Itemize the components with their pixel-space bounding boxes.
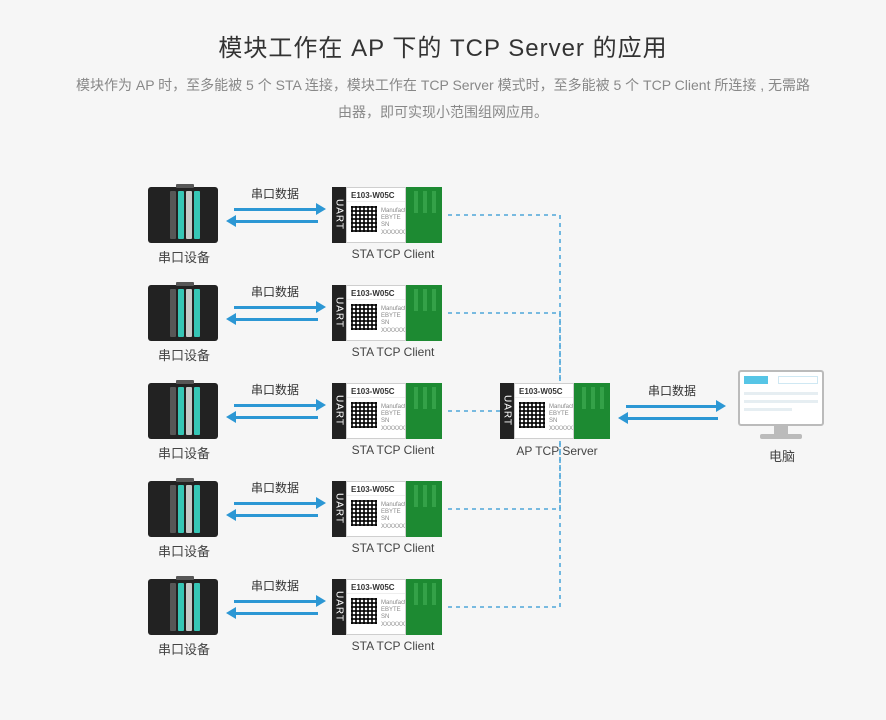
- arrow-label: 串口数据: [235, 185, 315, 202]
- module-model: E103-W05C: [347, 482, 405, 496]
- serial-device: [148, 383, 218, 439]
- module-meta: Manufacturer EBYTESN XXXXXXXXXX: [381, 502, 406, 531]
- bi-arrow: [226, 205, 326, 229]
- serial-device-label: 串口设备: [144, 345, 224, 364]
- sta-client-label: STA TCP Client: [328, 443, 458, 457]
- antenna-icon: [406, 383, 442, 439]
- serial-device-label: 串口设备: [144, 639, 224, 658]
- uart-label: UART: [332, 285, 346, 341]
- bi-arrow: [226, 499, 326, 523]
- uart-label: UART: [500, 383, 514, 439]
- uart-label: UART: [332, 383, 346, 439]
- arrow-label: 串口数据: [235, 577, 315, 594]
- module-model: E103-W05C: [347, 580, 405, 594]
- serial-device-label: 串口设备: [144, 443, 224, 462]
- sta-module: UARTE103-W05C Manufacturer EBYTESN XXXXXX…: [332, 579, 442, 635]
- sta-client-label: STA TCP Client: [328, 345, 458, 359]
- module-model: E103-W05C: [347, 188, 405, 202]
- serial-device-label: 串口设备: [144, 541, 224, 560]
- qr-icon: [351, 500, 377, 526]
- serial-device: [148, 579, 218, 635]
- sta-client-label: STA TCP Client: [328, 639, 458, 653]
- sta-module: UARTE103-W05C Manufacturer EBYTESN XXXXXX…: [332, 481, 442, 537]
- antenna-icon: [406, 481, 442, 537]
- qr-icon: [351, 206, 377, 232]
- pc-label: 电脑: [742, 446, 822, 465]
- sta-client-label: STA TCP Client: [328, 247, 458, 261]
- page-subtitle: 模块作为 AP 时，至多能被 5 个 STA 连接，模块工作在 TCP Serv…: [70, 72, 816, 125]
- qr-icon: [351, 598, 377, 624]
- antenna-icon: [406, 579, 442, 635]
- serial-device: [148, 285, 218, 341]
- module-meta: Manufacturer EBYTESN XXXXXXXXXX: [381, 208, 406, 237]
- sta-module: UARTE103-W05C Manufacturer EBYTESN XXXXXX…: [332, 383, 442, 439]
- module-model: E103-W05C: [515, 384, 573, 398]
- arrow-label: 串口数据: [235, 381, 315, 398]
- qr-icon: [519, 402, 545, 428]
- antenna-icon: [406, 285, 442, 341]
- arrow-label-ap-pc: 串口数据: [632, 382, 712, 399]
- bi-arrow: [226, 597, 326, 621]
- ap-module: UART E103-W05C Manufacturer EBYTESN XXXX…: [500, 383, 610, 439]
- module-model: E103-W05C: [347, 286, 405, 300]
- module-meta: Manufacturer EBYTESN XXXXXXXXXX: [381, 404, 406, 433]
- module-meta: Manufacturer EBYTESN XXXXXXXXXX: [381, 600, 406, 629]
- sta-module: UARTE103-W05C Manufacturer EBYTESN XXXXXX…: [332, 285, 442, 341]
- antenna-icon: [406, 187, 442, 243]
- module-meta: Manufacturer EBYTESN XXXXXXXXXX: [381, 306, 406, 335]
- serial-device: [148, 187, 218, 243]
- module-model: E103-W05C: [347, 384, 405, 398]
- ap-server-label: AP TCP Server: [492, 444, 622, 458]
- sta-module: UARTE103-W05C Manufacturer EBYTESN XXXXXX…: [332, 187, 442, 243]
- pc-icon: [736, 370, 826, 440]
- serial-device: [148, 481, 218, 537]
- bi-arrow-ap-pc: [618, 402, 726, 426]
- diagram-canvas: 模块工作在 AP 下的 TCP Server 的应用 模块作为 AP 时，至多能…: [0, 0, 886, 720]
- uart-label: UART: [332, 187, 346, 243]
- uart-label: UART: [332, 579, 346, 635]
- bi-arrow: [226, 401, 326, 425]
- antenna-icon: [574, 383, 610, 439]
- qr-icon: [351, 402, 377, 428]
- arrow-label: 串口数据: [235, 283, 315, 300]
- page-title: 模块工作在 AP 下的 TCP Server 的应用: [0, 28, 886, 63]
- arrow-label: 串口数据: [235, 479, 315, 496]
- uart-label: UART: [332, 481, 346, 537]
- sta-client-label: STA TCP Client: [328, 541, 458, 555]
- module-meta: Manufacturer EBYTESN XXXXXXXXXX: [549, 404, 574, 433]
- bi-arrow: [226, 303, 326, 327]
- qr-icon: [351, 304, 377, 330]
- serial-device-label: 串口设备: [144, 247, 224, 266]
